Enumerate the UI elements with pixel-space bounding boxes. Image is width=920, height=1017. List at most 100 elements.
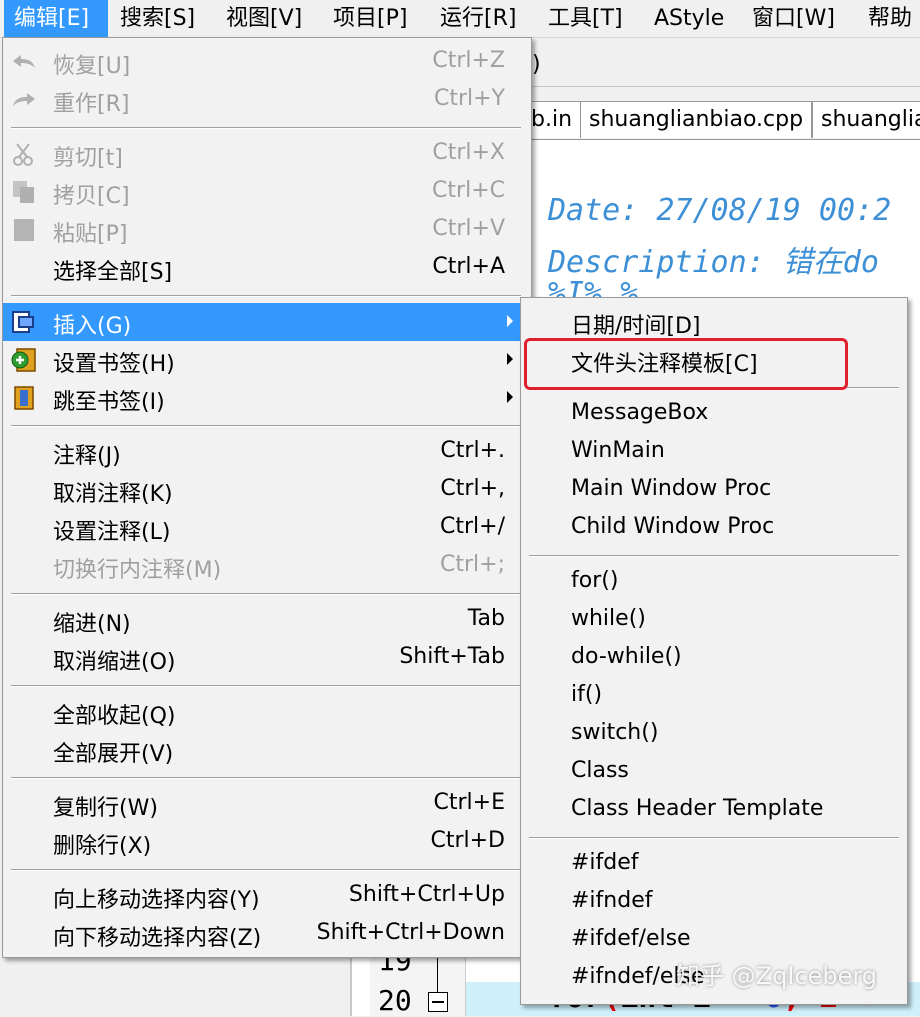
menu-item-label: 取消缩进(O) (53, 650, 176, 675)
menu-item-label: 重作[R] (53, 92, 130, 117)
menu-item-redo[interactable]: 重作[R] Ctrl+Y (3, 81, 531, 119)
menu-separator (11, 127, 521, 129)
shortcut: Shift+Tab (399, 644, 505, 669)
shortcut: Ctrl+Z (432, 48, 505, 73)
fold-toggle-icon[interactable] (428, 992, 448, 1012)
editor-toolbar: ) (530, 46, 920, 87)
submenu-item-while[interactable]: while() (521, 601, 907, 639)
menu-separator (529, 555, 899, 557)
menu-item-label: 取消注释(K) (53, 482, 173, 507)
menu-item-duplicate-line[interactable]: 复制行(W) Ctrl+E (3, 785, 531, 823)
menu-item-label: 切换行内注释(M) (53, 558, 222, 583)
menu-tools[interactable]: 工具[T] (548, 0, 623, 37)
menu-separator (11, 869, 521, 871)
submenu-item-class[interactable]: Class (521, 753, 907, 791)
submenu-item-label: 日期/时间[D] (571, 314, 701, 339)
menu-item-collapse-all[interactable]: 全部收起(Q) (3, 693, 531, 731)
shortcut: Ctrl+; (440, 552, 505, 577)
submenu-item-datetime[interactable]: 日期/时间[D] (521, 303, 907, 341)
submenu-item-switch[interactable]: switch() (521, 715, 907, 753)
menu-item-expand-all[interactable]: 全部展开(V) (3, 731, 531, 769)
menu-astyle[interactable]: AStyle (654, 0, 724, 37)
submenu-item-label: MessageBox (571, 400, 709, 425)
code-line-date: Date: 27/08/19 00:2 (548, 193, 892, 228)
submenu-item-ifdef[interactable]: #ifdef (521, 845, 907, 883)
menu-item-select-all[interactable]: 选择全部[S] Ctrl+A (3, 249, 531, 287)
submenu-item-ifdef-else[interactable]: #ifdef/else (521, 921, 907, 959)
insert-submenu: 日期/时间[D] 文件头注释模板[C] MessageBox WinMain M… (520, 297, 908, 1005)
submenu-item-label: Class Header Template (571, 796, 824, 821)
line-number: 20 (378, 984, 412, 1017)
menu-project[interactable]: 项目[P] (333, 0, 407, 37)
submenu-item-label: for() (571, 568, 619, 593)
menu-item-uncomment[interactable]: 取消注释(K) Ctrl+, (3, 471, 531, 509)
menu-item-move-down[interactable]: 向下移动选择内容(Z) Shift+Ctrl+Down (3, 915, 531, 953)
menu-item-label: 向下移动选择内容(Z) (53, 926, 262, 951)
menu-separator (529, 837, 899, 839)
menu-item-move-up[interactable]: 向上移动选择内容(Y) Shift+Ctrl+Up (3, 877, 531, 915)
menu-run[interactable]: 运行[R] (440, 0, 516, 37)
menu-item-toggle-comment[interactable]: 设置注释(L) Ctrl+/ (3, 509, 531, 547)
menu-item-undo[interactable]: 恢复[U] Ctrl+Z (3, 43, 531, 81)
menu-item-copy[interactable]: 拷贝[C] Ctrl+C (3, 173, 531, 211)
insert-icon (12, 311, 34, 333)
submenu-item-do-while[interactable]: do-while() (521, 639, 907, 677)
submenu-item-class-header-template[interactable]: Class Header Template (521, 791, 907, 829)
menu-view[interactable]: 视图[V] (226, 0, 302, 37)
menu-item-cut[interactable]: 剪切[t] Ctrl+X (3, 135, 531, 173)
submenu-item-child-window-proc[interactable]: Child Window Proc (521, 509, 907, 547)
menu-window[interactable]: 窗口[W] (752, 0, 835, 37)
shortcut: Ctrl+A (432, 254, 505, 279)
shortcut: Ctrl+/ (440, 514, 505, 539)
edit-menu: 恢复[U] Ctrl+Z 重作[R] Ctrl+Y 剪切[t] Ctrl+X 拷… (2, 37, 532, 958)
submenu-item-winmain[interactable]: WinMain (521, 433, 907, 471)
menu-help[interactable]: 帮助 (868, 0, 912, 37)
submenu-item-label: while() (571, 606, 646, 631)
menu-item-label: 全部展开(V) (53, 742, 174, 767)
menu-item-comment[interactable]: 注释(J) Ctrl+. (3, 433, 531, 471)
menu-item-insert[interactable]: 插入(G) (3, 303, 531, 341)
menu-item-goto-bookmark[interactable]: 跳至书签(I) (3, 379, 531, 417)
menu-item-toggle-inline-comment[interactable]: 切换行内注释(M) Ctrl+; (3, 547, 531, 585)
tab-shuanglianbiao-cpp[interactable]: shuanglianbiao.cpp (580, 101, 813, 138)
menu-edit[interactable]: 编辑[E] (4, 0, 108, 37)
submenu-arrow-icon (507, 353, 513, 365)
submenu-item-label: Main Window Proc (571, 476, 772, 501)
menu-item-set-bookmark[interactable]: 设置书签(H) (3, 341, 531, 379)
shortcut: Shift+Ctrl+Up (348, 882, 505, 907)
redo-icon (13, 93, 35, 106)
annotation-highlight-box (524, 338, 848, 390)
menu-item-label: 全部收起(Q) (53, 704, 176, 729)
submenu-item-label: switch() (571, 720, 659, 745)
menu-item-label: 粘贴[P] (53, 222, 128, 247)
shortcut: Shift+Ctrl+Down (316, 920, 505, 945)
menu-item-label: 缩进(N) (53, 612, 131, 637)
shortcut: Ctrl+C (432, 178, 505, 203)
submenu-item-label: #ifdef (571, 850, 639, 875)
watermark: 知乎 @ZqIceberg (676, 962, 878, 990)
menu-item-label: 删除行(X) (53, 834, 152, 859)
submenu-item-label: Class (571, 758, 629, 783)
menu-item-label: 注释(J) (53, 444, 121, 469)
submenu-item-if[interactable]: if() (521, 677, 907, 715)
menu-separator (11, 685, 521, 687)
submenu-item-ifndef[interactable]: #ifndef (521, 883, 907, 921)
menu-item-label: 设置书签(H) (53, 352, 175, 377)
submenu-item-main-window-proc[interactable]: Main Window Proc (521, 471, 907, 509)
submenu-item-label: WinMain (571, 438, 665, 463)
menu-item-label: 向上移动选择内容(Y) (53, 888, 260, 913)
menu-separator (11, 425, 521, 427)
submenu-item-messagebox[interactable]: MessageBox (521, 395, 907, 433)
menu-item-paste[interactable]: 粘贴[P] Ctrl+V (3, 211, 531, 249)
menu-item-delete-line[interactable]: 删除行(X) Ctrl+D (3, 823, 531, 861)
submenu-item-for[interactable]: for() (521, 563, 907, 601)
add-bookmark-icon (11, 348, 36, 372)
tab-shuanglia[interactable]: shuanglia (812, 101, 920, 138)
submenu-arrow-icon (507, 315, 513, 327)
undo-icon (13, 55, 35, 68)
menu-item-label: 跳至书签(I) (53, 390, 165, 415)
menu-item-label: 设置注释(L) (53, 520, 171, 545)
menu-search[interactable]: 搜索[S] (120, 0, 195, 37)
menu-item-indent[interactable]: 缩进(N) Tab (3, 601, 531, 639)
menu-item-unindent[interactable]: 取消缩进(O) Shift+Tab (3, 639, 531, 677)
